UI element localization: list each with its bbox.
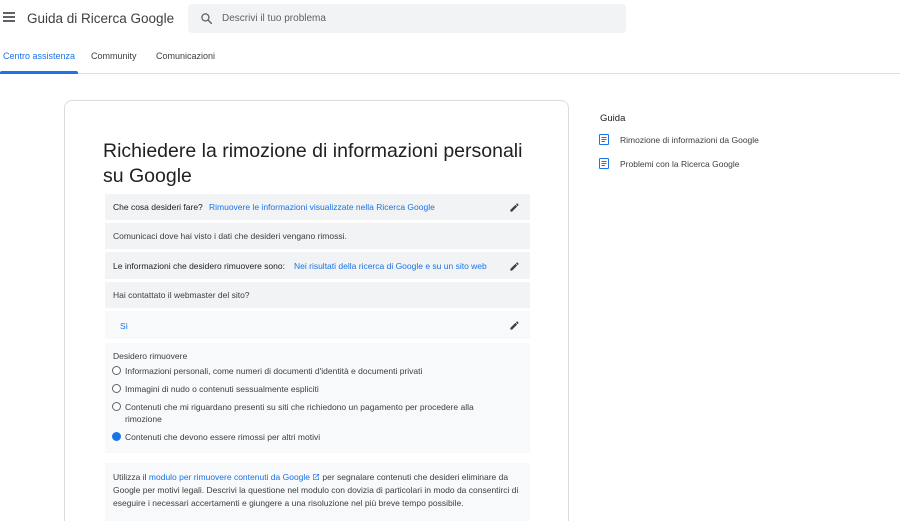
option-label-continued: rimozione (125, 414, 162, 424)
question-row-webmaster: Hai contattato il webmaster del sito? (105, 282, 530, 308)
option-label: Contenuti che devono essere rimossi per … (125, 432, 321, 442)
active-tab-indicator (0, 71, 78, 74)
radio-option-paid-removal[interactable]: Contenuti che mi riguardano presenti su … (112, 401, 522, 425)
option-label: Informazioni personali, come numeri di d… (125, 366, 423, 376)
instruction-text: Comunicaci dove hai visto i dati che des… (113, 231, 347, 241)
sidebar-item-label: Problemi con la Ricerca Google (620, 159, 740, 169)
info-prefix: Utilizza il (113, 472, 149, 482)
radio-button[interactable] (112, 366, 121, 375)
answer-link[interactable]: Sì (120, 321, 128, 331)
answer-link[interactable]: Rimuovere le informazioni visualizzate n… (209, 202, 435, 212)
question-row-location: Le informazioni che desidero rimuovere s… (105, 252, 530, 279)
edit-pencil-icon[interactable] (509, 261, 520, 272)
page-title: Richiedere la rimozione di informazioni … (103, 140, 523, 187)
answer-link[interactable]: Nei risultati della ricerca di Google e … (294, 261, 487, 271)
tab-community[interactable]: Community (91, 51, 137, 61)
option-label: Contenuti che mi riguardano presenti su … (125, 402, 474, 412)
question-row-action: Che cosa desideri fare? Rimuovere le inf… (105, 194, 530, 220)
top-bar: Guida di Ricerca Google (0, 0, 900, 38)
removal-form-link[interactable]: modulo per rimuovere contenuti da Google (149, 472, 310, 482)
sidebar-title: Guida (600, 113, 626, 124)
article-icon (599, 134, 609, 145)
tab-comunicazioni[interactable]: Comunicazioni (156, 51, 215, 61)
sidebar-item-label: Rimozione di informazioni da Google (620, 135, 759, 145)
removal-options: Desidero rimuovere Informazioni personal… (105, 343, 530, 453)
info-text: Utilizza il modulo per rimuovere contenu… (113, 471, 523, 510)
radio-button[interactable] (112, 384, 121, 393)
question-label: Hai contattato il webmaster del sito? (113, 290, 250, 300)
app-title[interactable]: Guida di Ricerca Google (27, 11, 174, 26)
search-input[interactable] (222, 4, 612, 33)
external-link-icon (313, 474, 320, 480)
hamburger-menu-icon[interactable] (3, 12, 15, 22)
article-icon (599, 158, 609, 169)
options-heading: Desidero rimuovere (113, 351, 188, 361)
tab-centro-assistenza[interactable]: Centro assistenza (3, 51, 75, 61)
answer-row-webmaster: Sì (105, 311, 530, 339)
edit-pencil-icon[interactable] (509, 320, 520, 331)
search-box[interactable] (188, 4, 626, 33)
instruction-row: Comunicaci dove hai visto i dati che des… (105, 223, 530, 249)
radio-button-selected[interactable] (112, 432, 121, 441)
info-block: Utilizza il modulo per rimuovere contenu… (105, 463, 530, 521)
radio-button[interactable] (112, 402, 121, 411)
form-card: Richiedere la rimozione di informazioni … (64, 100, 569, 521)
question-label: Le informazioni che desidero rimuovere s… (113, 261, 285, 271)
tab-bar: Centro assistenza Community Comunicazion… (0, 38, 900, 74)
edit-pencil-icon[interactable] (509, 202, 520, 213)
question-label: Che cosa desideri fare? (113, 202, 203, 212)
option-label: Immagini di nudo o contenuti sessualment… (125, 384, 319, 394)
search-icon[interactable] (200, 12, 213, 25)
